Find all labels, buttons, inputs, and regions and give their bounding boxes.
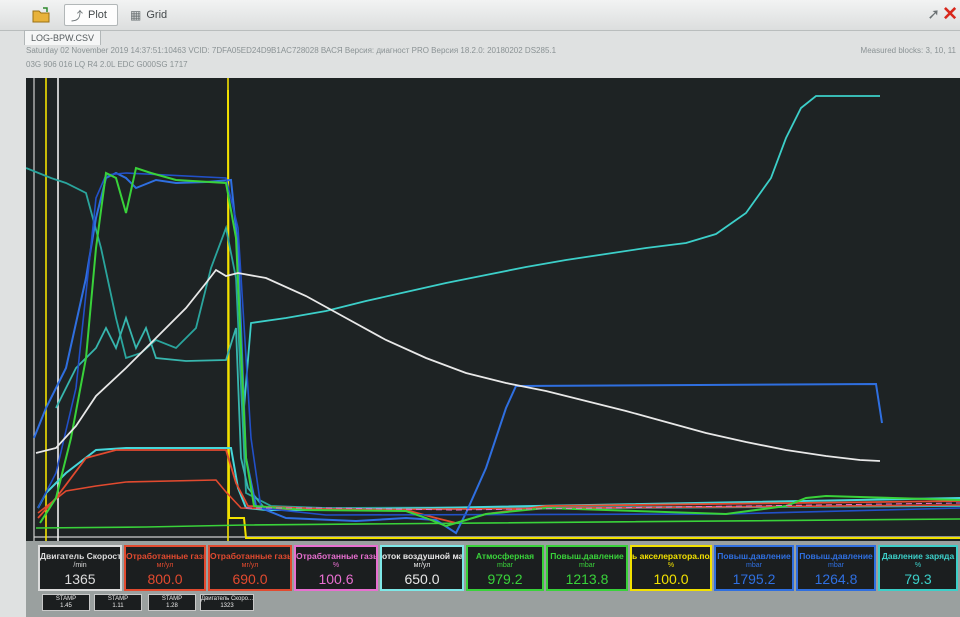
chart-icon: ⤴: [71, 8, 84, 23]
ecu-info: 03G 906 016 LQ R4 2.0L EDC G000SG 1717: [26, 60, 188, 69]
stamp-1[interactable]: STAMP 1.45: [42, 594, 90, 611]
gauge-exhaust-2[interactable]: Отработанные газы мг/ул 690.0: [208, 545, 292, 591]
session-info: Saturday 02 November 2019 14:37:51:10463…: [26, 46, 557, 55]
series-boost-specified-2: [37, 172, 960, 516]
gauge-unit: mbar: [497, 562, 513, 569]
gauge-atmospheric[interactable]: Атмосферная mbar 979.2: [466, 545, 544, 591]
gauge-air-mass[interactable]: оток воздушной масс мг/ул 650.0: [380, 545, 464, 591]
gauge-name: Отработанные газы: [126, 551, 206, 561]
gauge-unit: мг/ул: [241, 562, 259, 569]
gauge-value: 1795.2: [732, 571, 776, 587]
gauge-unit: мг/ул: [413, 562, 431, 569]
stamp-value: 1.45: [60, 603, 72, 609]
gauge-engine-speed[interactable]: Двигатель Скорость /min 1365: [38, 545, 122, 591]
series-boost-specified: [33, 171, 883, 535]
gauge-value: 979.2: [487, 571, 523, 587]
series-boost-actual: [243, 95, 880, 409]
gauge-value: 1213.8: [565, 571, 609, 587]
stamp-2[interactable]: STAMP 1.11: [94, 594, 142, 611]
gauge-accelerator[interactable]: ь акселератора.поло % 100.0: [630, 545, 712, 591]
gauge-boost-1[interactable]: Повыш.давление mbar 1213.8: [546, 545, 628, 591]
stamp-label: STAMP: [107, 596, 129, 602]
folder-icon: [32, 7, 50, 23]
tab-grid-label: Grid: [146, 9, 168, 21]
gauge-unit: mbar: [746, 562, 762, 569]
gauge-name: оток воздушной масс: [382, 551, 464, 561]
series-atmospheric: [35, 518, 960, 529]
gauge-name: Давление заряда: [881, 551, 955, 561]
measured-blocks: Measured blocks: 3, 10, 11: [860, 46, 956, 55]
tab-grid[interactable]: ▦ Grid: [124, 4, 174, 26]
gauge-unit: mbar: [828, 562, 844, 569]
gauge-name: Повыш.давление: [799, 551, 873, 561]
open-file-button[interactable]: [26, 4, 56, 26]
gauge-name: Атмосферная: [475, 551, 535, 561]
gauge-unit: %: [914, 562, 922, 569]
series-charge-pressure-2: [26, 167, 960, 509]
stamp-3[interactable]: STAMP 1.28: [148, 594, 196, 611]
toolbar: ⤴ Plot ▦ Grid ➚ ✕: [0, 0, 960, 31]
gauge-exhaust-1[interactable]: Отработанные газы мг/ул 800.0: [124, 545, 206, 591]
gauge-name: Повыш.давление: [717, 551, 791, 561]
plot-area[interactable]: [26, 78, 960, 541]
gauge-value: 650.0: [404, 571, 440, 587]
stamp-value: 1323: [220, 603, 234, 609]
gauge-value: 100.6: [318, 571, 354, 587]
gauge-name: Отработанные газы: [210, 551, 292, 561]
gauge-value: 1365: [64, 571, 96, 587]
stamp-label: STAMP: [55, 596, 77, 602]
grid-icon: ▦: [130, 8, 142, 22]
gauge-value: 1264.8: [814, 571, 858, 587]
file-tab[interactable]: LOG-BPW.CSV: [24, 30, 102, 45]
plot-svg: [26, 78, 960, 541]
gauge-unit: %: [332, 562, 340, 569]
pointer-icon[interactable]: ➚: [927, 5, 940, 23]
gauge-unit: /min: [73, 562, 87, 569]
gauge-value: 100.0: [653, 571, 689, 587]
stamp-label: STAMP: [161, 596, 183, 602]
series-engine-speed: [35, 268, 881, 462]
gauge-name: Двигатель Скорость: [40, 551, 122, 561]
gauge-name: Отработанные газы: [296, 551, 378, 561]
gauge-panel: Двигатель Скорость /min 1365 Отработанны…: [26, 541, 960, 617]
stamp-value: 1.11: [112, 603, 124, 609]
gauge-unit: мг/ул: [156, 562, 174, 569]
gauge-unit: %: [667, 562, 675, 569]
gauge-boost-3[interactable]: Повыш.давление mbar 1264.8: [796, 545, 876, 591]
gauge-unit: mbar: [579, 562, 595, 569]
tab-plot-label: Plot: [88, 9, 107, 21]
gauge-name: ь акселератора.поло: [632, 551, 712, 561]
stamp-label: Двигатель Скоро...: [201, 596, 254, 602]
gauge-boost-2[interactable]: Повыш.давление mbar 1795.2: [714, 545, 794, 591]
gauge-value: 79.3: [904, 571, 932, 587]
stamp-4[interactable]: Двигатель Скоро... 1323: [200, 594, 254, 611]
close-icon[interactable]: ✕: [942, 3, 958, 26]
tab-plot[interactable]: ⤴ Plot: [64, 4, 118, 26]
gauge-name: Повыш.давление: [550, 551, 624, 561]
gauge-exhaust-percent[interactable]: Отработанные газы % 100.6: [294, 545, 378, 591]
gauge-value: 800.0: [147, 571, 183, 587]
stamp-value: 1.28: [166, 603, 178, 609]
gauge-charge-pressure[interactable]: Давление заряда % 79.3: [878, 545, 958, 591]
gauge-value: 690.0: [232, 571, 268, 587]
series-air-mass: [37, 447, 960, 511]
